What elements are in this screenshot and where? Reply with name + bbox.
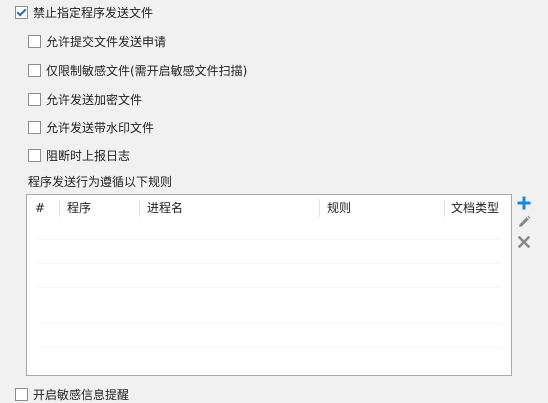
- rules-table[interactable]: # 程序 进程名 规则 文档类型: [26, 194, 512, 376]
- option-label: 仅限制敏感文件(需开启敏感文件扫描): [46, 63, 248, 78]
- column-header-index[interactable]: #: [27, 195, 59, 221]
- option-allow-submit-request[interactable]: 允许提交文件发送申请: [28, 33, 166, 49]
- background-watermark: [37, 323, 501, 336]
- background-watermark: [37, 239, 501, 252]
- plus-icon[interactable]: [516, 195, 532, 211]
- option-label: 允许发送加密文件: [46, 92, 143, 107]
- option-allow-encrypted[interactable]: 允许发送加密文件: [28, 91, 142, 107]
- option-label: 开启敏感信息提醒: [33, 387, 130, 402]
- column-header-doc-type[interactable]: 文档类型: [444, 195, 511, 221]
- column-header-process-name[interactable]: 进程名: [139, 195, 319, 221]
- option-block-program-send[interactable]: 禁止指定程序发送文件: [15, 4, 153, 20]
- option-sensitive-only[interactable]: 仅限制敏感文件(需开启敏感文件扫描): [28, 62, 247, 78]
- pencil-icon[interactable]: [516, 214, 532, 230]
- table-header: # 程序 进程名 规则 文档类型: [27, 195, 511, 221]
- option-label: 阻断时上报日志: [46, 148, 131, 163]
- background-watermark: [37, 347, 501, 360]
- rules-section-label: 程序发送行为遵循以下规则: [28, 175, 173, 189]
- checkbox-report-log[interactable]: [28, 148, 41, 162]
- option-label: 禁止指定程序发送文件: [33, 5, 154, 20]
- option-allow-watermarked[interactable]: 允许发送带水印文件: [28, 119, 154, 135]
- option-label: 允许发送带水印文件: [46, 120, 155, 135]
- background-watermark: [37, 287, 501, 300]
- table-body[interactable]: [27, 221, 511, 375]
- column-header-program[interactable]: 程序: [59, 195, 139, 221]
- checkbox-sensitive-only[interactable]: [28, 63, 41, 77]
- background-watermark: [37, 263, 501, 276]
- checkbox-allow-submit-request[interactable]: [28, 34, 41, 48]
- checkbox-allow-encrypted[interactable]: [28, 92, 41, 106]
- option-report-log[interactable]: 阻断时上报日志: [28, 147, 130, 163]
- option-label: 允许提交文件发送申请: [46, 34, 167, 49]
- checkbox-sensitive-reminder[interactable]: [15, 387, 28, 401]
- checkbox-block-program-send[interactable]: [15, 5, 28, 19]
- x-icon[interactable]: [516, 234, 532, 250]
- column-header-rule[interactable]: 规则: [319, 195, 444, 221]
- option-sensitive-reminder[interactable]: 开启敏感信息提醒: [15, 386, 129, 402]
- checkbox-allow-watermarked[interactable]: [28, 120, 41, 134]
